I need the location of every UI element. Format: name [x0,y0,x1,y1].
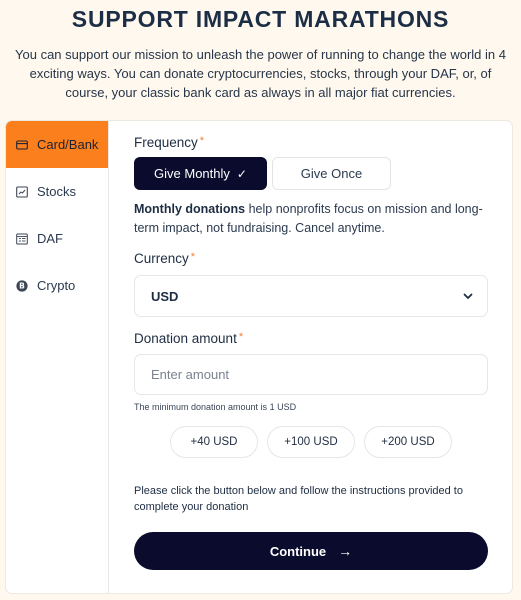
give-monthly-button[interactable]: Give Monthly ✓ [134,157,267,190]
currency-select[interactable]: USD [134,275,488,317]
arrow-right-icon: → [338,543,353,559]
continue-button[interactable]: Continue → [134,532,488,570]
bitcoin-icon: B [16,279,28,292]
donation-amount-label-text: Donation amount [134,331,237,346]
preset-200-button[interactable]: +200 USD [364,426,452,458]
frequency-label: Frequency * [134,135,204,150]
currency-label: Currency * [134,251,195,266]
give-once-button[interactable]: Give Once [272,157,391,190]
required-mark: * [199,135,205,147]
preset-40-button[interactable]: +40 USD [170,426,258,458]
monthly-description-bold: Monthly donations [134,202,246,216]
sidebar-item-label: Crypto [37,278,76,293]
monthly-description: Monthly donations help nonprofits focus … [134,200,484,238]
sidebar-item-card-bank[interactable]: Card/Bank [6,121,108,168]
donation-form: Frequency * Give Monthly ✓ Give Once Mont… [134,121,489,593]
sidebar-item-crypto[interactable]: B Crypto [6,262,108,309]
chevron-down-icon [463,293,473,299]
give-once-label: Give Once [300,166,363,181]
donation-card: Card/Bank Stocks DAF B Crypto Frequency *… [5,120,513,594]
required-mark: * [190,251,196,263]
svg-text:B: B [19,281,25,290]
sidebar-item-label: DAF [37,231,63,246]
credit-card-icon [16,139,28,151]
sidebar-item-label: Stocks [37,184,77,199]
instructions-text: Please click the button below and follow… [134,485,463,513]
page-title: SUPPORT IMPACT MARATHONS [71,6,450,32]
continue-label: Continue [269,543,327,559]
donation-amount-label: Donation amount * [134,331,243,346]
intro-text: You can support our mission to unleash t… [15,47,506,100]
minimum-amount-hint: The minimum donation amount is 1 USD [134,402,297,412]
sidebar-item-stocks[interactable]: Stocks [6,168,108,215]
daf-document-icon [16,233,28,245]
check-icon: ✓ [236,166,247,181]
payment-method-sidebar: Card/Bank Stocks DAF B Crypto [6,121,109,593]
give-monthly-label: Give Monthly [154,166,230,181]
preset-100-button[interactable]: +100 USD [267,426,355,458]
currency-label-text: Currency [134,251,189,266]
stock-chart-icon [16,185,28,198]
sidebar-item-daf[interactable]: DAF [6,215,108,262]
sidebar-item-label: Card/Bank [37,137,99,152]
frequency-label-text: Frequency [134,135,198,150]
donation-amount-input[interactable] [134,354,488,395]
required-mark: * [238,331,244,343]
currency-value: USD [151,288,179,304]
